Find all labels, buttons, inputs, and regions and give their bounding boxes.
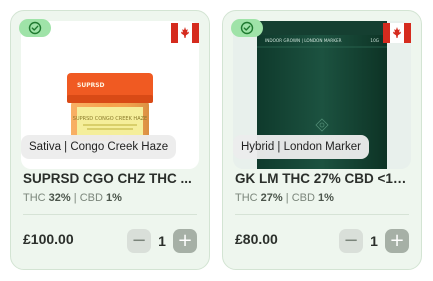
pouch-top-text: INDOOR GROWN | LONDON MARKER [265, 38, 342, 43]
cbd-label: CBD [79, 192, 103, 204]
potency-separator: | [285, 192, 289, 204]
jar-brand-text: SUPRSD [77, 82, 105, 89]
check-circle-icon [28, 21, 42, 35]
quantity-stepper: − 1 + [339, 229, 409, 253]
thc-value: 32% [48, 192, 71, 204]
jar-label-text: SUPRSD CONGO CREEK HAZE [73, 116, 147, 122]
product-name[interactable]: SUPRSD CGO CHZ THC ... [23, 171, 199, 186]
thc-label: THC [23, 192, 46, 204]
verified-badge [19, 19, 51, 37]
divider [235, 214, 409, 215]
quantity-stepper: − 1 + [127, 229, 197, 253]
product-price: £80.00 [235, 231, 278, 247]
thc-value: 27% [260, 192, 283, 204]
potency-separator: | [73, 192, 77, 204]
product-price: £100.00 [23, 231, 74, 247]
product-card[interactable]: SUPRSD CONGO CREEK HAZE SUPRSD Sativa | … [10, 10, 210, 270]
pouch-weight-text: 10G [370, 38, 379, 43]
strain-label: Sativa | Congo Creek Haze [21, 135, 177, 159]
quantity-value: 1 [158, 233, 166, 249]
product-name[interactable]: GK LM THC 27% CBD <1%... [235, 171, 411, 186]
verified-badge [231, 19, 263, 37]
cbd-value: 1% [105, 192, 122, 204]
quantity-value: 1 [370, 233, 378, 249]
divider [23, 214, 197, 215]
cbd-label: CBD [291, 192, 315, 204]
canada-flag-icon [383, 23, 411, 43]
decrease-quantity-button[interactable]: − [339, 229, 363, 253]
canada-flag-icon [171, 23, 199, 43]
strain-label: Hybrid | London Marker [233, 135, 369, 159]
check-circle-icon [240, 21, 254, 35]
increase-quantity-button[interactable]: + [173, 229, 197, 253]
cbd-value: 1% [317, 192, 334, 204]
thc-label: THC [235, 192, 258, 204]
decrease-quantity-button[interactable]: − [127, 229, 151, 253]
potency-info: THC 27% | CBD 1% [235, 192, 334, 204]
potency-info: THC 32% | CBD 1% [23, 192, 122, 204]
increase-quantity-button[interactable]: + [385, 229, 409, 253]
product-card[interactable]: INDOOR GROWN | LONDON MARKER 10G GREEN K… [222, 10, 422, 270]
